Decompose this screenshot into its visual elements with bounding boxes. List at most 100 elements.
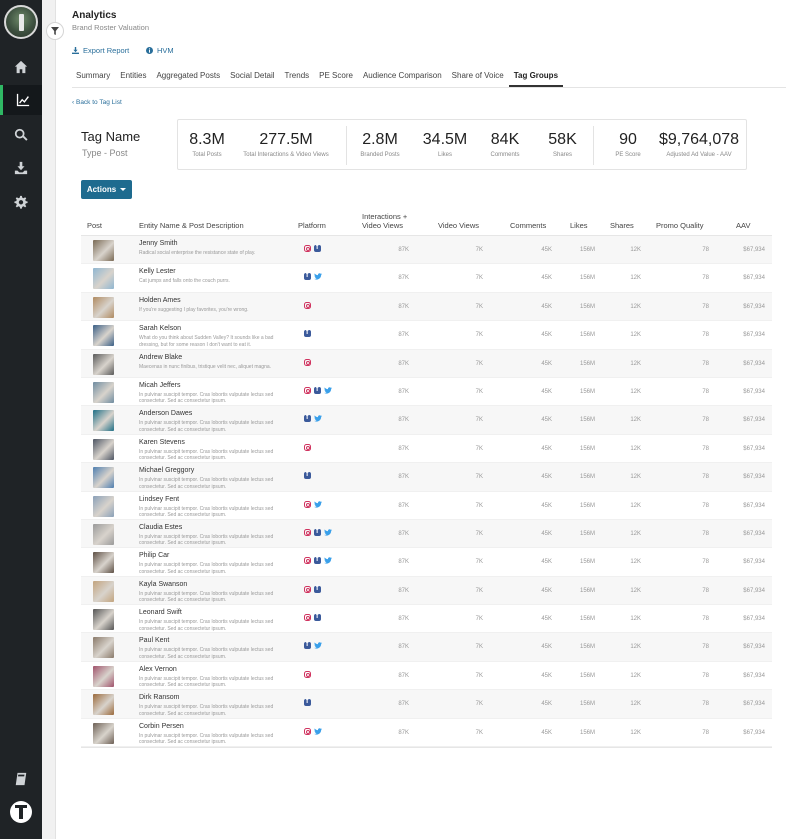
promo-quality-cell: 78 — [702, 445, 709, 452]
promo-quality-cell: 78 — [702, 360, 709, 367]
table-row[interactable]: Kelly Lester Cat jumps and falls onto th… — [81, 264, 772, 293]
platform-icons — [304, 471, 311, 480]
actions-button[interactable]: Actions — [81, 180, 132, 199]
tab-entities[interactable]: Entities — [115, 66, 151, 87]
tab-aggregated-posts[interactable]: Aggregated Posts — [151, 66, 225, 87]
col-header-post[interactable]: Post — [87, 221, 102, 230]
post-thumbnail[interactable] — [93, 523, 114, 545]
col-header-aav[interactable]: AAV — [736, 221, 750, 230]
table-row[interactable]: Paul Kent In pulvinar suscipit tempor. C… — [81, 633, 772, 662]
post-thumbnail[interactable] — [93, 296, 114, 318]
col-header-promo-quality[interactable]: Promo Quality — [656, 221, 704, 230]
entity-name[interactable]: Karen Stevens — [139, 439, 185, 446]
post-thumbnail[interactable] — [93, 495, 114, 517]
entity-name[interactable]: Leonard Swift — [139, 609, 182, 616]
tab-share-of-voice[interactable]: Share of Voice — [447, 66, 509, 87]
tab-tag-groups[interactable]: Tag Groups — [508, 66, 564, 87]
entity-name[interactable]: Micah Jeffers — [139, 382, 181, 389]
post-thumbnail[interactable] — [93, 665, 114, 687]
aav-cell: $67,934 — [743, 474, 765, 481]
entity-name[interactable]: Kayla Swanson — [139, 581, 187, 588]
post-thumbnail[interactable] — [93, 353, 114, 375]
analytics-icon[interactable] — [0, 85, 42, 115]
comments-cell: 45K — [541, 303, 552, 310]
entity-name[interactable]: Jenny Smith — [139, 240, 178, 247]
col-header-likes[interactable]: Likes — [570, 221, 588, 230]
table-row[interactable]: Micah Jeffers In pulvinar suscipit tempo… — [81, 378, 772, 407]
entity-name[interactable]: Philip Car — [139, 552, 169, 559]
gear-icon[interactable] — [0, 187, 42, 217]
entity-name[interactable]: Holden Ames — [139, 297, 181, 304]
post-thumbnail[interactable] — [93, 268, 114, 290]
table-row[interactable]: Michael Greggory In pulvinar suscipit te… — [81, 463, 772, 492]
table-row[interactable]: Alex Vernon In pulvinar suscipit tempor.… — [81, 662, 772, 691]
avatar[interactable] — [4, 5, 38, 39]
table-row[interactable]: Jenny Smith Radical social enterprise th… — [81, 236, 772, 265]
aav-cell: $67,934 — [743, 644, 765, 651]
entity-name[interactable]: Andrew Blake — [139, 354, 182, 361]
table-row[interactable]: Leonard Swift In pulvinar suscipit tempo… — [81, 605, 772, 634]
table-row[interactable]: Kayla Swanson In pulvinar suscipit tempo… — [81, 576, 772, 606]
post-thumbnail[interactable] — [93, 240, 114, 261]
tab-trends[interactable]: Trends — [280, 66, 315, 87]
col-header-shares[interactable]: Shares — [610, 221, 634, 230]
export-report-link[interactable]: Export Report — [72, 46, 129, 55]
platform-icons — [304, 386, 332, 394]
home-icon[interactable] — [0, 52, 42, 82]
col-header-interactions[interactable]: Interactions + Video Views — [362, 212, 407, 230]
tab-social-detail[interactable]: Social Detail — [225, 66, 279, 87]
col-header-entity[interactable]: Entity Name & Post Description — [139, 221, 244, 230]
tab-summary[interactable]: Summary — [72, 66, 115, 87]
post-thumbnail[interactable] — [93, 552, 114, 574]
post-thumbnail[interactable] — [93, 609, 114, 631]
brand-logo[interactable] — [10, 801, 32, 823]
table-row[interactable]: Lindsey Fent In pulvinar suscipit tempor… — [81, 492, 772, 520]
entity-name[interactable]: Corbin Persen — [139, 723, 184, 730]
table-row[interactable]: Claudia Estes In pulvinar suscipit tempo… — [81, 519, 772, 549]
entity-name[interactable]: Lindsey Fent — [139, 496, 179, 503]
search-icon[interactable] — [0, 120, 42, 150]
post-thumbnail[interactable] — [93, 467, 114, 489]
entity-name[interactable]: Claudia Estes — [139, 524, 182, 531]
col-header-comments[interactable]: Comments — [510, 221, 546, 230]
entity-name[interactable]: Dirk Ransom — [139, 694, 179, 701]
col-header-platform[interactable]: Platform — [298, 221, 326, 230]
interactions-cell: 87K — [398, 729, 409, 736]
tab-audience-comparison[interactable]: Audience Comparison — [358, 66, 447, 87]
post-thumbnail[interactable] — [93, 722, 114, 744]
post-thumbnail[interactable] — [93, 694, 114, 716]
tab-pe-score[interactable]: PE Score — [314, 66, 358, 87]
post-thumbnail[interactable] — [93, 381, 114, 403]
back-to-tag-list-link[interactable]: ‹ Back to Tag List — [72, 99, 122, 106]
table-row[interactable]: Andrew Blake Maecenas in nunc finibus, t… — [81, 349, 772, 378]
table-row[interactable]: Karen Stevens In pulvinar suscipit tempo… — [81, 435, 772, 464]
post-description: In pulvinar suscipit tempor. Cras lobort… — [139, 448, 274, 462]
download-icon[interactable] — [0, 153, 42, 183]
table-row[interactable]: Sarah Kelson What do you think about Sud… — [81, 321, 772, 350]
filter-icon[interactable] — [46, 22, 64, 40]
table-row[interactable]: Dirk Ransom In pulvinar suscipit tempor.… — [81, 690, 772, 719]
entity-name[interactable]: Paul Kent — [139, 637, 169, 644]
entity-name[interactable]: Anderson Dawes — [139, 410, 192, 417]
entity-name[interactable]: Michael Greggory — [139, 467, 194, 474]
shares-cell: 12K — [630, 559, 641, 566]
entity-name[interactable]: Kelly Lester — [139, 268, 176, 275]
platform-icons — [304, 698, 311, 707]
table-row[interactable]: Corbin Persen In pulvinar suscipit tempo… — [81, 719, 772, 748]
promo-quality-cell: 78 — [702, 701, 709, 708]
table-row[interactable]: Philip Car In pulvinar suscipit tempor. … — [81, 548, 772, 577]
entity-name[interactable]: Sarah Kelson — [139, 325, 181, 332]
post-thumbnail[interactable] — [93, 580, 114, 602]
table-row[interactable]: Holden Ames If you're suggesting I play … — [81, 292, 772, 322]
post-thumbnail[interactable] — [93, 325, 114, 347]
post-thumbnail[interactable] — [93, 637, 114, 659]
book-icon[interactable] — [0, 764, 42, 794]
aav-cell: $67,934 — [743, 587, 765, 594]
post-thumbnail[interactable] — [93, 410, 114, 432]
col-header-video-views[interactable]: Video Views — [438, 221, 479, 230]
post-thumbnail[interactable] — [93, 438, 114, 460]
entity-name[interactable]: Alex Vernon — [139, 666, 177, 673]
table-row[interactable]: Anderson Dawes In pulvinar suscipit temp… — [81, 406, 772, 435]
platform-icons — [304, 414, 322, 423]
hvm-link[interactable]: HVM — [146, 46, 174, 55]
